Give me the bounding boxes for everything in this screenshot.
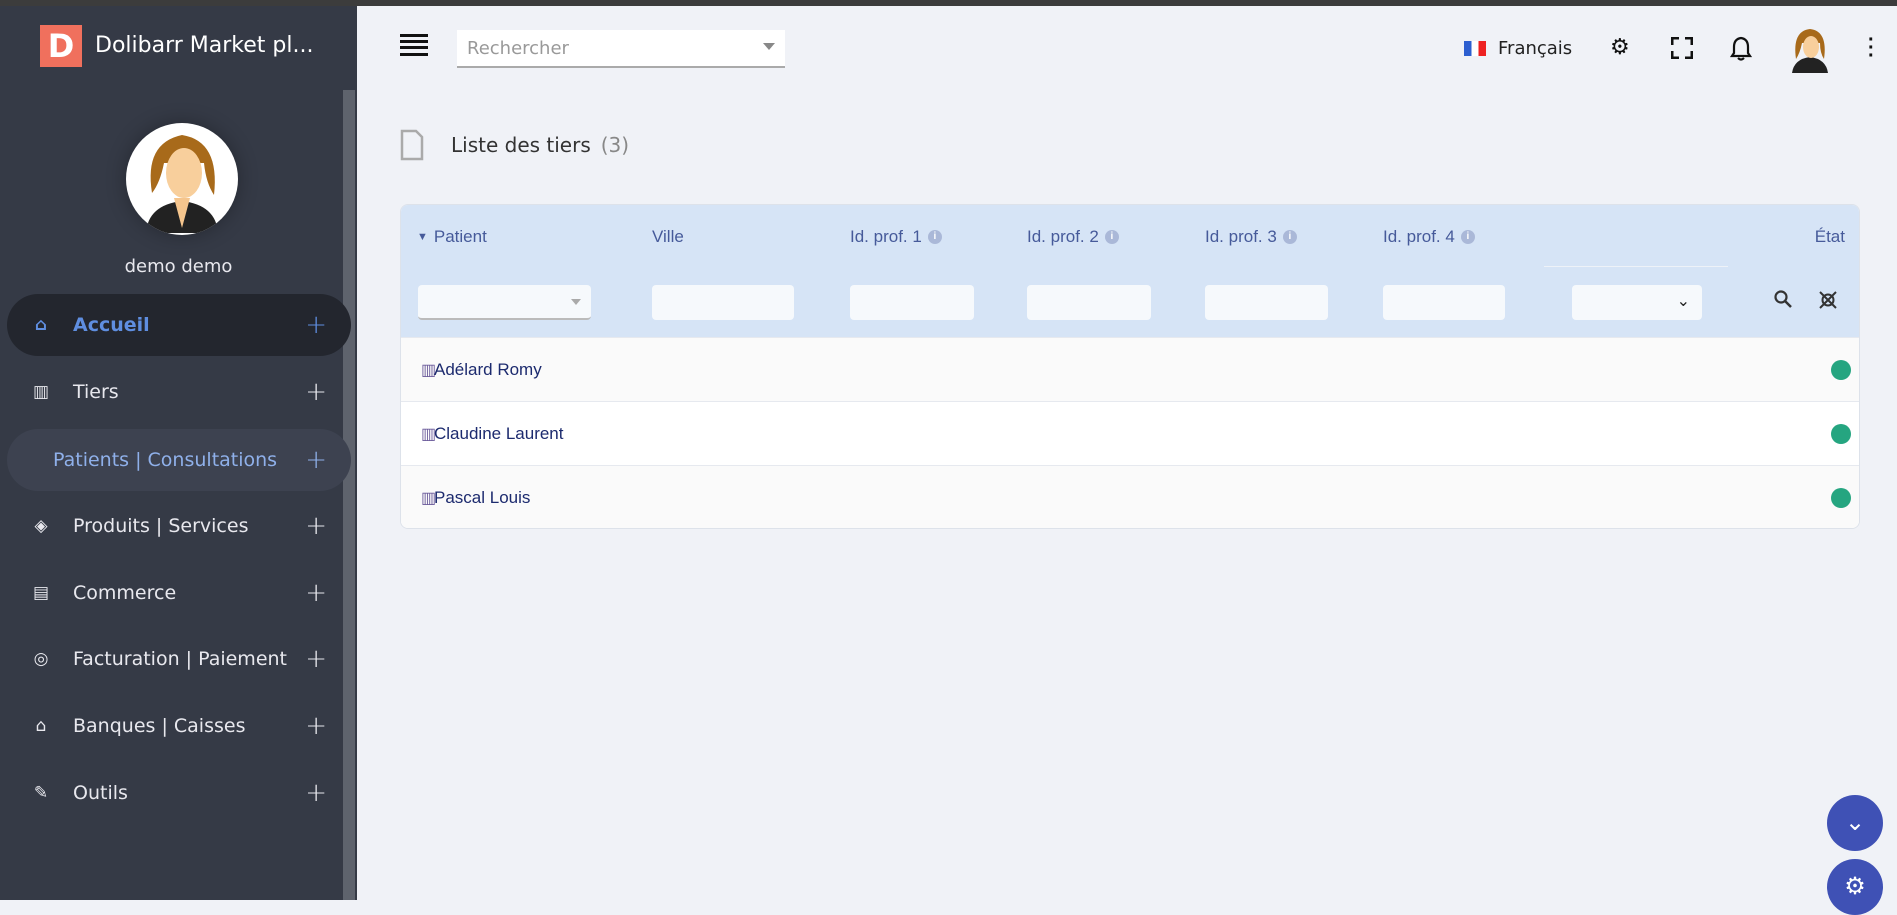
patient-filter-select[interactable] <box>418 285 591 320</box>
plus-icon[interactable]: + <box>305 445 327 475</box>
sidebar-item-label: Outils <box>73 782 128 804</box>
search-input[interactable]: Rechercher <box>457 30 785 68</box>
settings-fab-button[interactable]: ⚙ <box>1827 859 1883 915</box>
sidebar-item-1[interactable]: ▥ Tiers + <box>7 361 351 423</box>
thirdparty-link[interactable]: Claudine Laurent <box>434 424 563 444</box>
column-header-ville[interactable]: Ville <box>652 227 684 247</box>
table-header: ▼ Patient Ville Id. prof. 1 i Id. prof. 2 i… <box>401 205 1859 337</box>
home-icon: ⌂ <box>34 315 48 335</box>
column-header-idprof3[interactable]: Id. prof. 3 i <box>1205 227 1297 247</box>
thirdparty-link[interactable]: Adélard Romy <box>434 360 542 380</box>
record-count: (3) <box>600 133 630 157</box>
flag-france-icon <box>1464 41 1486 56</box>
wrench-icon: ✎ <box>33 783 49 803</box>
column-header-etat[interactable]: État <box>1815 227 1845 247</box>
sidebar-item-2[interactable]: Patients | Consultations + <box>7 429 351 491</box>
idprof2-filter-input[interactable] <box>1027 285 1151 320</box>
chevron-down-icon <box>763 43 775 56</box>
user-avatar[interactable] <box>126 123 238 235</box>
sidebar-item-label: Facturation | Paiement <box>73 648 288 670</box>
column-label: Id. prof. 4 <box>1383 227 1455 246</box>
sidebar-item-7[interactable]: ✎ Outils + <box>7 762 351 824</box>
table-row[interactable]: ▥ Claudine Laurent <box>401 401 1859 465</box>
plus-icon[interactable]: + <box>305 644 327 674</box>
idprof3-filter-input[interactable] <box>1205 285 1328 320</box>
sidebar-item-4[interactable]: ▤ Commerce + <box>7 562 351 624</box>
language-selector[interactable]: Français <box>1464 38 1572 59</box>
search-placeholder: Rechercher <box>467 38 569 59</box>
column-label: Id. prof. 1 <box>850 227 922 246</box>
status-active-icon <box>1831 487 1851 508</box>
cube-icon: ◈ <box>34 516 48 536</box>
column-label: Id. prof. 2 <box>1027 227 1099 246</box>
info-icon[interactable]: i <box>1104 230 1119 244</box>
clear-filter-icon[interactable] <box>1817 289 1839 311</box>
coins-icon: ◎ <box>33 649 49 669</box>
page-title-text: Liste des tiers <box>451 133 591 157</box>
briefcase-icon: ▤ <box>32 583 50 603</box>
idprof1-filter-input[interactable] <box>850 285 974 320</box>
table-row[interactable]: ▥ Adélard Romy <box>401 337 1859 401</box>
plus-icon[interactable]: + <box>305 778 327 808</box>
app-title[interactable]: Dolibarr Market pl... <box>95 33 313 58</box>
sidebar-item-label: Accueil <box>73 314 150 336</box>
sort-desc-icon: ▼ <box>417 231 428 243</box>
bell-icon[interactable] <box>1730 35 1752 61</box>
plus-icon[interactable]: + <box>305 310 327 340</box>
ville-filter-input[interactable] <box>652 285 794 320</box>
status-active-icon <box>1831 423 1851 444</box>
user-name: demo demo <box>124 256 233 277</box>
column-label: Ville <box>652 227 684 246</box>
sidebar-item-label: Commerce <box>73 582 177 604</box>
menu-toggle-icon[interactable] <box>400 34 428 56</box>
table-row[interactable]: ▥ Pascal Louis <box>401 465 1859 528</box>
search-icon[interactable] <box>1773 289 1793 309</box>
column-header-idprof2[interactable]: Id. prof. 2 i <box>1027 227 1119 247</box>
divider <box>1544 266 1728 267</box>
plus-icon[interactable]: + <box>305 511 327 541</box>
column-label: Id. prof. 3 <box>1205 227 1277 246</box>
language-label: Français <box>1498 38 1573 59</box>
sidebar-item-label: Tiers <box>73 381 119 403</box>
document-icon <box>400 129 424 161</box>
gear-icon[interactable]: ⚙ <box>1610 34 1630 60</box>
column-label: État <box>1814 227 1845 246</box>
fullscreen-icon[interactable] <box>1671 37 1693 59</box>
column-header-idprof1[interactable]: Id. prof. 1 i <box>850 227 942 247</box>
plus-icon[interactable]: + <box>305 578 327 608</box>
app-logo[interactable]: D <box>40 25 82 67</box>
status-filter-select[interactable]: ⌄ <box>1572 285 1702 320</box>
idprof4-filter-input[interactable] <box>1383 285 1505 320</box>
thirdparty-table: ▼ Patient Ville Id. prof. 1 i Id. prof. 2 i… <box>400 204 1860 529</box>
sidebar-item-label: Banques | Caisses <box>73 715 246 737</box>
column-label: Patient <box>433 227 487 246</box>
building-icon: ▥ <box>32 382 50 402</box>
chevron-down-icon: ⌄ <box>1676 293 1690 310</box>
user-avatar-small[interactable] <box>1790 27 1830 73</box>
page-title: Liste des tiers (3) <box>451 133 629 157</box>
sidebar-item-3[interactable]: ◈ Produits | Services + <box>7 495 351 557</box>
more-options-icon[interactable]: · · · <box>1868 30 1875 66</box>
sidebar-item-label: Produits | Services <box>73 515 249 537</box>
plus-icon[interactable]: + <box>305 377 327 407</box>
sidebar-item-0[interactable]: ⌂ Accueil + <box>7 294 351 356</box>
sidebar-item-6[interactable]: ⌂ Banques | Caisses + <box>7 695 351 757</box>
chevron-down-icon <box>571 299 581 310</box>
column-header-idprof4[interactable]: Id. prof. 4 i <box>1383 227 1475 247</box>
column-header-patient[interactable]: ▼ Patient <box>417 227 487 247</box>
info-icon[interactable]: i <box>1460 230 1475 244</box>
plus-icon[interactable]: + <box>305 711 327 741</box>
thirdparty-link[interactable]: Pascal Louis <box>434 488 530 508</box>
info-icon[interactable]: i <box>1282 230 1297 244</box>
info-icon[interactable]: i <box>927 230 942 244</box>
status-active-icon <box>1831 359 1851 380</box>
bank-icon: ⌂ <box>35 716 47 736</box>
sidebar-item-label: Patients | Consultations <box>53 449 278 471</box>
scroll-down-button[interactable]: ⌄ <box>1827 795 1883 851</box>
sidebar-item-5[interactable]: ◎ Facturation | Paiement + <box>7 628 351 690</box>
